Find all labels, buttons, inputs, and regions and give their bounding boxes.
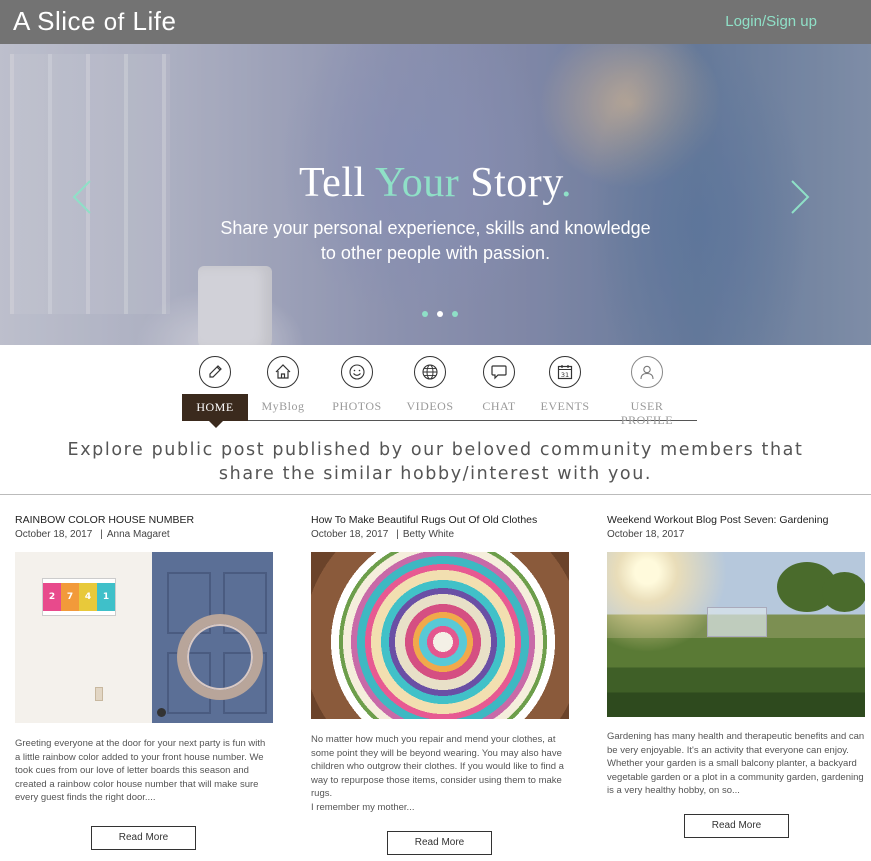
logo-text-life: Life	[132, 6, 177, 36]
calendar-icon: 31	[549, 356, 581, 388]
wreath-image	[177, 614, 263, 700]
nav-item-home-icon-wrap[interactable]	[180, 356, 250, 388]
post-excerpt: Gardening has many health and therapeuti…	[607, 731, 865, 797]
hero-subtitle-line-2: to other people with passion.	[320, 243, 551, 263]
intro-line-1: Explore public post published by our bel…	[67, 440, 804, 460]
nav-item-events[interactable]: 31 EVENTS	[530, 356, 600, 413]
slide-next-arrow-icon[interactable]	[786, 179, 812, 215]
nav-label-events: EVENTS	[540, 399, 590, 413]
chat-bubble-icon	[483, 356, 515, 388]
post-date: October 18, 2017	[607, 529, 685, 540]
nav-label-myblog: MyBlog	[261, 399, 305, 413]
nav-label-chat: CHAT	[482, 399, 516, 413]
post-card-1: RAINBOW COLOR HOUSE NUMBER October 18, 2…	[15, 513, 273, 542]
intro-text: Explore public post published by our bel…	[0, 438, 871, 486]
user-icon	[631, 356, 663, 388]
logo-text-of: of	[103, 9, 125, 36]
door-knob	[157, 708, 166, 717]
nav-item-home[interactable]: HOME	[182, 394, 248, 421]
login-signup-link[interactable]: Login/Sign up	[725, 13, 817, 30]
slide-indicator	[422, 311, 458, 317]
post-title[interactable]: Weekend Workout Blog Post Seven: Gardeni…	[607, 513, 865, 527]
post-excerpt-paragraph-2: I remember my mother...	[311, 801, 415, 813]
globe-icon	[414, 356, 446, 388]
sign-digit: 1	[97, 583, 115, 611]
slide-dot-1[interactable]	[422, 311, 428, 317]
pencil-icon[interactable]	[199, 356, 231, 388]
sign-digit: 7	[61, 583, 79, 611]
hero-subtitle-line-1: Share your personal experience, skills a…	[220, 218, 651, 238]
post-title[interactable]: RAINBOW COLOR HOUSE NUMBER	[15, 513, 273, 527]
hero-subtitle: Share your personal experience, skills a…	[0, 216, 871, 266]
top-bar: A Slice of Life Login/Sign up	[0, 0, 871, 44]
light-switch-plate	[95, 687, 103, 701]
post-author[interactable]: Betty White	[403, 529, 454, 540]
smiley-icon	[341, 356, 373, 388]
home-icon	[267, 356, 299, 388]
slide-prev-arrow-icon[interactable]	[70, 179, 96, 215]
sign-digit: 4	[79, 583, 97, 611]
hero-title-word-3: Story	[470, 160, 562, 206]
post-meta: October 18, 2017	[607, 528, 865, 542]
intro-line-2: share the similar hobby/interest with yo…	[218, 464, 653, 484]
nav-item-user-profile[interactable]: USER PROFILE	[612, 356, 682, 427]
hero-title-dot: .	[561, 160, 573, 206]
nav-label-photos: PHOTOS	[332, 399, 382, 413]
hero-title-word-1: Tell	[298, 160, 366, 206]
nav-label-user-profile: USER PROFILE	[620, 399, 674, 427]
read-more-button[interactable]: Read More	[684, 814, 789, 838]
post-image-house-number[interactable]: 2 7 4 1	[15, 552, 273, 723]
section-divider	[0, 494, 871, 495]
sign-digit: 2	[43, 583, 61, 611]
slide-dot-2[interactable]	[437, 311, 443, 317]
read-more-button[interactable]: Read More	[91, 826, 196, 850]
post-meta: October 18, 2017 | Betty White	[311, 529, 455, 540]
post-title[interactable]: How To Make Beautiful Rugs Out Of Old Cl…	[311, 513, 569, 527]
calendar-day-number: 31	[561, 371, 569, 379]
slide-dot-3[interactable]	[452, 311, 458, 317]
greenhouse-image	[707, 607, 767, 637]
logo-text-a-slice: A Slice	[13, 6, 96, 36]
post-image-garden[interactable]	[607, 552, 865, 717]
post-card-3: Weekend Workout Blog Post Seven: Gardeni…	[607, 513, 865, 542]
post-excerpt-paragraph-1: No matter how much you repair and mend y…	[311, 734, 564, 800]
post-card-2: How To Make Beautiful Rugs Out Of Old Cl…	[311, 513, 569, 542]
post-excerpt: No matter how much you repair and mend y…	[311, 733, 569, 815]
site-logo[interactable]: A Slice of Life	[13, 6, 176, 37]
nav-item-myblog[interactable]: MyBlog	[248, 356, 318, 413]
nav-label-videos: VIDEOS	[406, 399, 454, 413]
post-image-woven-rug[interactable]	[311, 552, 569, 719]
post-excerpt: Greeting everyone at the door for your n…	[15, 738, 266, 804]
post-meta: October 18, 2017 | Anna Magaret	[15, 529, 170, 540]
post-date: October 18, 2017	[15, 529, 93, 540]
post-date: October 18, 2017	[311, 529, 389, 540]
nav-item-chat[interactable]: CHAT	[464, 356, 534, 413]
hero-title: Tell Your Story.	[0, 159, 871, 207]
hero-slideshow: Tell Your Story. Share your personal exp…	[0, 44, 871, 345]
nav-item-videos[interactable]: VIDEOS	[395, 356, 465, 413]
rainbow-house-number-sign: 2 7 4 1	[42, 578, 116, 616]
read-more-button[interactable]: Read More	[387, 831, 492, 855]
post-author[interactable]: Anna Magaret	[107, 529, 170, 540]
hero-title-accent: Your	[375, 160, 460, 206]
main-nav: HOME MyBlog PHOTOS VIDEOS CHAT 31 EVENTS	[180, 356, 697, 428]
nav-item-photos[interactable]: PHOTOS	[322, 356, 392, 413]
